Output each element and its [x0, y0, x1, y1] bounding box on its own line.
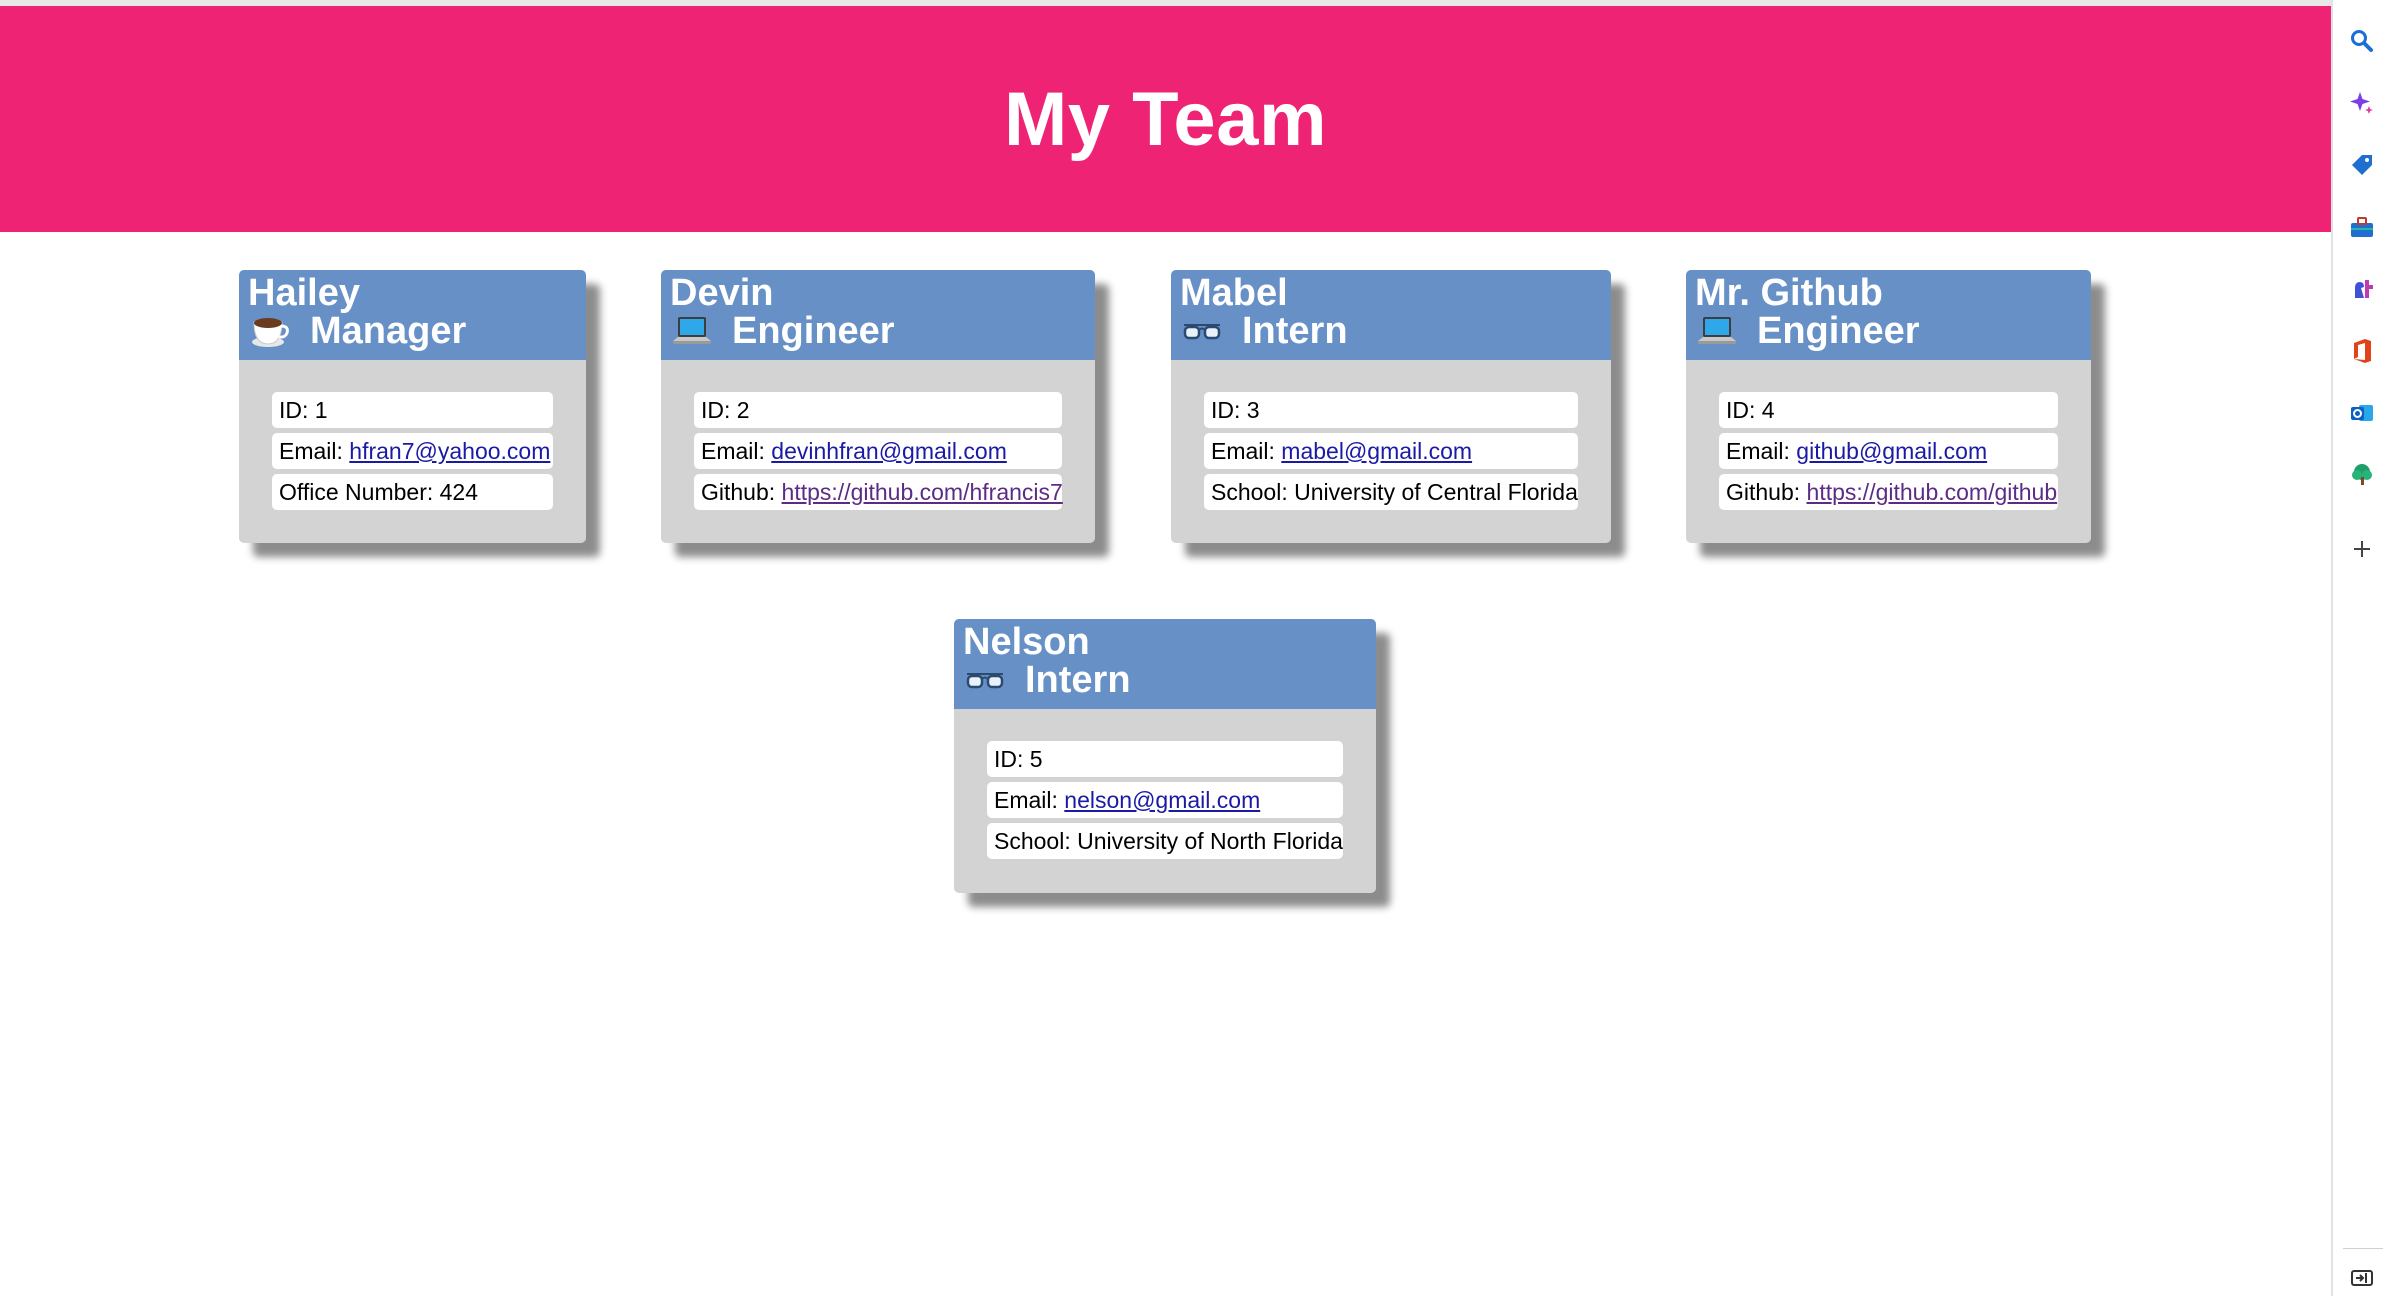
email-label: Email: [279, 438, 350, 464]
school-field: School: University of North Florida [987, 823, 1343, 859]
card-body: ID: 1 Email: hfran7@yahoo.com Office Num… [239, 360, 586, 543]
card-header: Mr. Github Engineer [1686, 270, 2091, 360]
browser-sidebar [2331, 0, 2389, 1296]
employee-name: Mr. Github [1695, 272, 1883, 314]
coffee-icon [248, 312, 292, 350]
email-field: Email: devinhfran@gmail.com [694, 433, 1062, 469]
email-field: Email: hfran7@yahoo.com [272, 433, 553, 469]
email-field: Email: nelson@gmail.com [987, 782, 1343, 818]
employee-role-line: Intern [963, 661, 1376, 699]
email-label: Email: [1211, 438, 1282, 464]
email-field: Email: github@gmail.com [1719, 433, 2058, 469]
laptop-icon [1695, 312, 1739, 350]
email-link[interactable]: nelson@gmail.com [1064, 787, 1260, 813]
card-header: Hailey Manager [239, 270, 586, 360]
github-label: Github: [701, 479, 782, 505]
glasses-icon [963, 661, 1007, 699]
email-link[interactable]: github@gmail.com [1796, 438, 1987, 464]
office-icon[interactable] [2347, 336, 2377, 366]
card-header: Devin Engineer [661, 270, 1095, 360]
glasses-icon [1180, 312, 1224, 350]
github-label: Github: [1726, 479, 1807, 505]
employee-name: Nelson [963, 621, 1090, 663]
id-field: ID: 2 [694, 392, 1062, 428]
employee-role-line: Manager [248, 312, 586, 350]
sidebar-divider [2343, 1248, 2383, 1249]
employee-role-line: Engineer [1695, 312, 2091, 350]
shopping-tag-icon[interactable] [2347, 150, 2377, 180]
tools-briefcase-icon[interactable] [2347, 212, 2377, 242]
github-field: Github: https://github.com/hfrancis7 [694, 474, 1063, 510]
id-field: ID: 3 [1204, 392, 1578, 428]
employee-role-line: Intern [1180, 312, 1611, 350]
github-link[interactable]: https://github.com/hfrancis7 [782, 479, 1063, 505]
card-header: Mabel Intern [1171, 270, 1611, 360]
email-link[interactable]: mabel@gmail.com [1281, 438, 1472, 464]
employee-name: Devin [670, 272, 774, 314]
add-icon[interactable] [2347, 534, 2377, 564]
search-icon[interactable] [2347, 26, 2377, 56]
employee-role-line: Engineer [670, 312, 1095, 350]
card-body: ID: 4 Email: github@gmail.com Github: ht… [1686, 360, 2091, 543]
id-field: ID: 4 [1719, 392, 2058, 428]
email-field: Email: mabel@gmail.com [1204, 433, 1578, 469]
sidebar-toggle-icon[interactable] [2347, 1266, 2377, 1290]
laptop-icon [670, 312, 714, 350]
page-header: My Team [0, 6, 2331, 232]
office-number-field: Office Number: 424 [272, 474, 553, 510]
email-label: Email: [1726, 438, 1797, 464]
employee-card: Nelson Intern ID: 5 Email: nelson@gmail.… [954, 619, 1376, 893]
id-field: ID: 5 [987, 741, 1343, 777]
employee-name: Mabel [1180, 272, 1288, 314]
email-link[interactable]: hfran7@yahoo.com [349, 438, 550, 464]
tree-icon[interactable] [2347, 460, 2377, 490]
games-icon[interactable] [2347, 274, 2377, 304]
card-header: Nelson Intern [954, 619, 1376, 709]
page-title: My Team [1003, 76, 1328, 162]
card-body: ID: 2 Email: devinhfran@gmail.com Github… [661, 360, 1095, 543]
employee-role: Manager [310, 310, 467, 352]
copilot-sparkle-icon[interactable] [2347, 88, 2377, 118]
employee-role: Intern [1025, 659, 1131, 701]
github-link[interactable]: https://github.com/github [1807, 479, 2058, 505]
email-label: Email: [701, 438, 772, 464]
employee-role: Intern [1242, 310, 1348, 352]
school-field: School: University of Central Florida [1204, 474, 1578, 510]
employee-name: Hailey [248, 272, 360, 314]
employee-role: Engineer [732, 310, 895, 352]
card-body: ID: 3 Email: mabel@gmail.com School: Uni… [1171, 360, 1611, 543]
github-field: Github: https://github.com/github [1719, 474, 2058, 510]
employee-card: Mabel Intern ID: 3 Email: mabel@gmail.co… [1171, 270, 1611, 543]
employee-card: Hailey Manager ID: 1 Email: hfran7@yahoo… [239, 270, 586, 543]
employee-role: Engineer [1757, 310, 1920, 352]
employee-card: Devin Engineer ID: 2 Email: devinhfran@g… [661, 270, 1095, 543]
email-label: Email: [994, 787, 1065, 813]
employee-card: Mr. Github Engineer ID: 4 Email: github@… [1686, 270, 2091, 543]
outlook-icon[interactable] [2347, 398, 2377, 428]
email-link[interactable]: devinhfran@gmail.com [771, 438, 1007, 464]
card-body: ID: 5 Email: nelson@gmail.com School: Un… [954, 709, 1376, 893]
id-field: ID: 1 [272, 392, 553, 428]
